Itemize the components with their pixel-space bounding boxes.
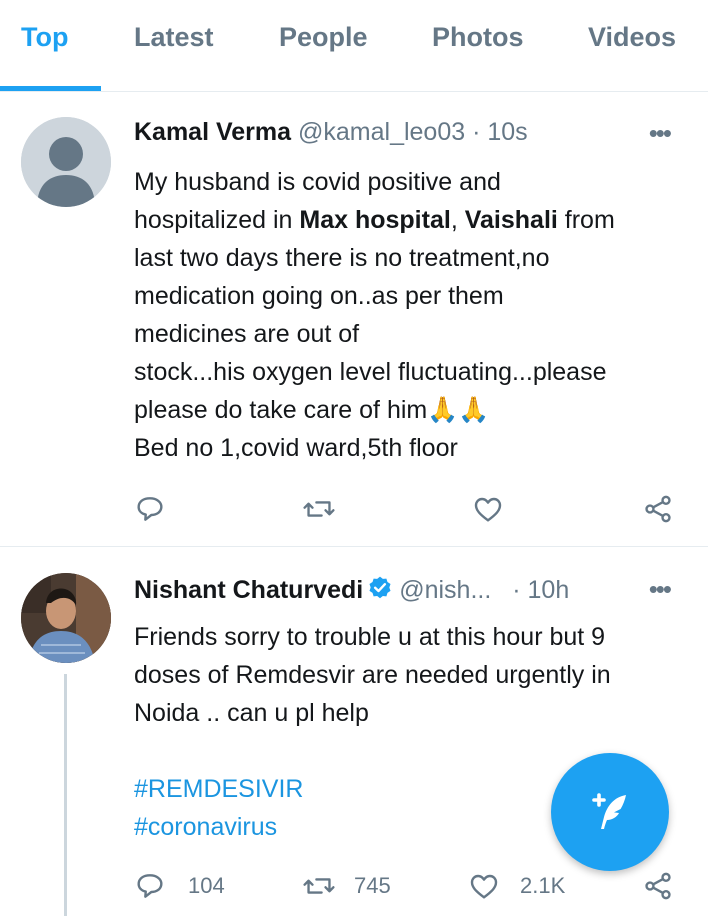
tweet-line: last two days there is no treatment,no [134, 244, 550, 272]
tweet-text: My husband is covid positive and hospita… [134, 163, 679, 467]
author-handle[interactable]: @kamal_leo03 [298, 118, 465, 146]
more-options-icon[interactable]: ••• [649, 574, 672, 605]
more-options-icon[interactable]: ••• [649, 118, 672, 149]
tweet-time: · 10h [512, 576, 570, 604]
active-tab-indicator [0, 86, 101, 91]
share-icon [645, 872, 671, 900]
tab-top[interactable]: Top [21, 22, 68, 53]
tweet-line: please do take care of him🙏🙏 [134, 396, 490, 424]
tweet-line: medication going on..as per them [134, 282, 504, 310]
reply-button[interactable]: 104 [134, 866, 225, 906]
default-avatar-icon [21, 117, 111, 207]
hospital-name: Max hospital [299, 206, 451, 234]
tab-videos[interactable]: Videos [588, 22, 676, 53]
tweet-line: doses of Remdesvir are needed urgently i… [134, 661, 611, 689]
verified-icon [369, 576, 391, 599]
tweet-line: stock...his oxygen level fluctuating...p… [134, 358, 607, 386]
share-button[interactable] [642, 866, 674, 906]
reply-button[interactable] [134, 489, 178, 529]
tab-latest[interactable]: Latest [134, 22, 214, 53]
retweet-count: 745 [354, 873, 391, 898]
tweet-line: Bed no 1,covid ward,5th floor [134, 434, 458, 462]
tweet-header: Nishant Chaturvedi @nish... · 10h [134, 575, 569, 605]
retweet-button[interactable]: 745 [302, 866, 391, 906]
tab-photos[interactable]: Photos [432, 22, 524, 53]
like-count: 2.1K [520, 873, 566, 898]
author-handle[interactable]: @nish... [399, 576, 491, 604]
like-icon [470, 874, 498, 899]
tweet-line: medicines are out of [134, 320, 360, 348]
author-name[interactable]: Kamal Verma [134, 118, 291, 146]
retweet-icon [303, 878, 335, 894]
tweet-line: My husband is covid positive and [134, 168, 501, 196]
reply-count: 104 [188, 873, 225, 898]
share-icon [645, 495, 671, 523]
tweet-actions: 104 745 2.1K [134, 866, 694, 906]
like-icon [474, 497, 502, 522]
tweet-header: Kamal Verma @kamal_leo03 · 10s [134, 118, 528, 147]
tweet-text: Friends sorry to trouble u at this hour … [134, 618, 679, 732]
tweet-line: Friends sorry to trouble u at this hour … [134, 623, 606, 651]
avatar[interactable] [21, 117, 111, 207]
retweet-button[interactable] [302, 489, 348, 529]
like-button[interactable] [472, 489, 516, 529]
profile-photo [21, 573, 111, 663]
tweet-time: · 10s [472, 118, 528, 146]
like-button[interactable]: 2.1K [468, 866, 565, 906]
tweet-line: hospitalized in Max hospital, Vaishali f… [134, 206, 615, 234]
compose-tweet-icon [592, 793, 626, 829]
tweet-line: Noida .. can u pl help [134, 699, 369, 727]
search-tabs: Top Latest People Photos Videos [0, 0, 708, 92]
reply-icon [137, 874, 163, 898]
reply-icon [137, 497, 163, 521]
author-name[interactable]: Nishant Chaturvedi [134, 576, 363, 604]
tab-people[interactable]: People [279, 22, 368, 53]
location-name: Vaishali [464, 206, 558, 234]
compose-tweet-button[interactable] [551, 753, 669, 871]
avatar[interactable] [21, 573, 111, 663]
share-button[interactable] [642, 489, 674, 529]
tweet[interactable]: Kamal Verma @kamal_leo03 · 10s ••• My hu… [0, 92, 708, 547]
tweet-actions [134, 489, 694, 529]
retweet-icon [303, 501, 335, 517]
thread-connector [64, 674, 67, 916]
